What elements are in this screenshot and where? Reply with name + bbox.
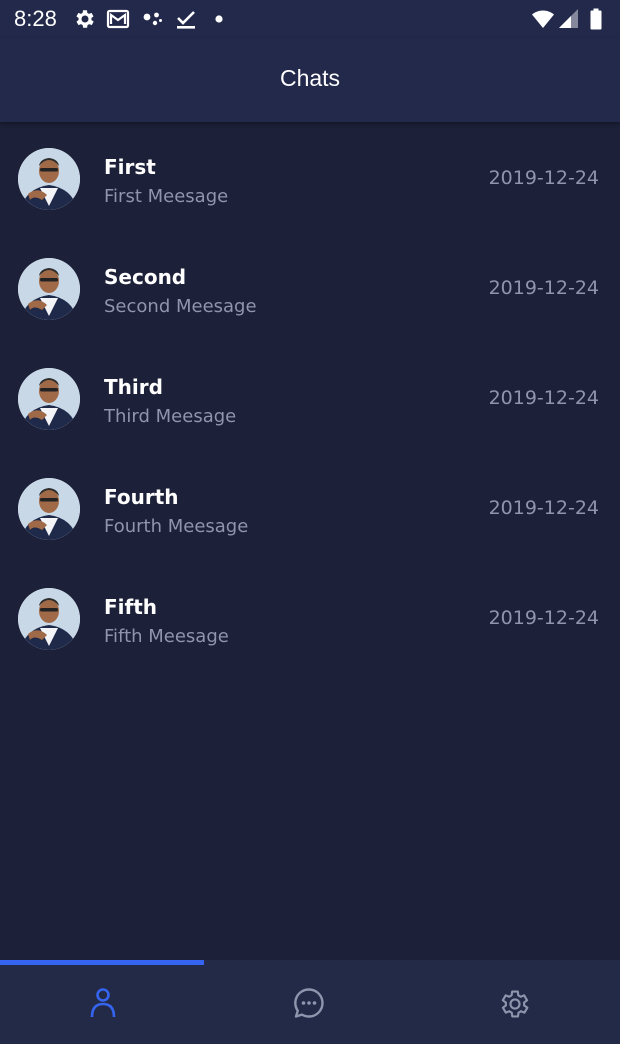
gear-icon [76,10,94,28]
chat-list-item[interactable]: Fourth Fourth Meesage 2019-12-24 [0,453,620,563]
battery-icon [590,8,602,30]
chat-list: First First Meesage 2019-12-24 Second Se… [0,123,620,673]
chat-date: 2019-12-24 [488,387,599,409]
dots-icon [143,12,162,26]
tab-settings[interactable] [412,965,618,1044]
chat-list-item[interactable]: Second Second Meesage 2019-12-24 [0,233,620,343]
settings-gear-icon [501,990,529,1018]
chat-last-message: Second Meesage [104,296,257,317]
chat-last-message: Fifth Meesage [104,626,229,647]
chat-name: First [104,155,156,179]
chat-name: Fourth [104,485,179,509]
chat-name: Fifth [104,595,158,619]
avatar [18,478,80,540]
gmail-icon [106,9,130,29]
avatar [18,258,80,320]
download-done-icon [177,11,195,29]
person-icon [90,988,116,1018]
chat-list-item[interactable]: First First Meesage 2019-12-24 [0,123,620,233]
chat-date: 2019-12-24 [488,167,599,189]
status-time: 8:28 [14,6,57,31]
bottom-navigation [0,960,620,1044]
avatar [18,588,80,650]
app-bar: Chats [0,38,620,122]
page-title: Chats [279,65,341,91]
chat-last-message: Fourth Meesage [104,516,249,537]
chat-date: 2019-12-24 [488,607,599,629]
chat-name: Third [104,375,163,399]
avatar [18,148,80,210]
status-bar: 8:28 [0,0,620,38]
chat-date: 2019-12-24 [488,497,599,519]
avatar [18,368,80,430]
signal-icon [559,9,578,28]
chat-list-item[interactable]: Fifth Fifth Meesage 2019-12-24 [0,563,620,673]
chat-last-message: First Meesage [104,186,229,207]
chat-bubble-icon [294,988,324,1018]
chat-date: 2019-12-24 [488,277,599,299]
notification-dot-icon [215,15,223,23]
chat-last-message: Third Meesage [104,406,237,427]
chat-list-item[interactable]: Third Third Meesage 2019-12-24 [0,343,620,453]
wifi-icon [532,10,554,28]
tab-chats[interactable] [206,965,412,1044]
tab-contacts[interactable] [0,965,206,1044]
chat-name: Second [104,265,187,289]
